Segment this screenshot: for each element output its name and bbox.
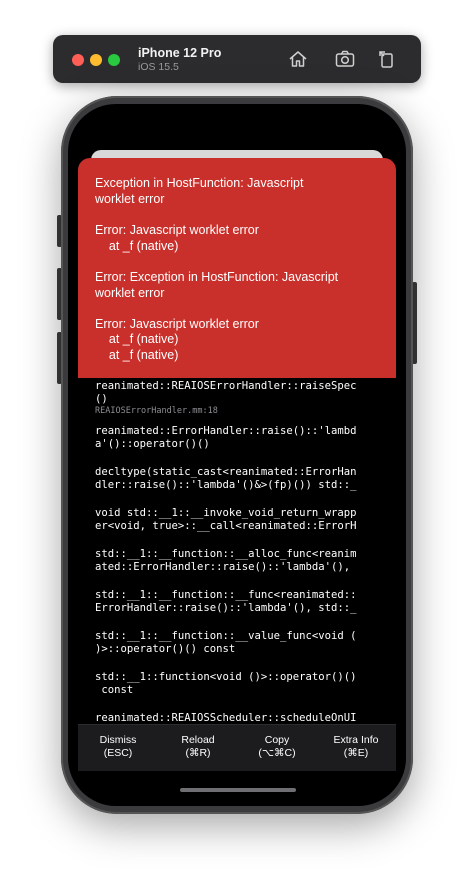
rotate-icon[interactable] xyxy=(376,48,398,70)
copy-shortcut: (⌥⌘C) xyxy=(258,747,296,759)
phone-notch xyxy=(164,104,310,130)
os-version: iOS 15.5 xyxy=(138,61,179,73)
reload-button[interactable]: Reload (⌘R) xyxy=(158,734,238,760)
error-message: Error: Javascript worklet error xyxy=(95,317,259,331)
copy-button[interactable]: Copy (⌥⌘C) xyxy=(237,734,317,760)
error-message: Exception in HostFunction: Javascript xyxy=(95,176,304,190)
stack-frame[interactable]: std::__1::__function::__value_func<void … xyxy=(95,630,357,643)
error-message: worklet error xyxy=(95,192,165,206)
device-name: iPhone 12 Pro xyxy=(138,46,222,60)
reload-shortcut: (⌘R) xyxy=(185,747,211,759)
stack-file-ref: REAIOSErrorHandler.mm:18 xyxy=(95,406,218,416)
home-icon[interactable] xyxy=(287,48,309,70)
dismiss-label: Dismiss xyxy=(99,734,137,746)
extra-info-button[interactable]: Extra Info (⌘E) xyxy=(316,734,396,760)
stack-frame[interactable]: std::__1::__function::__func<reanimated:… xyxy=(95,589,357,602)
minimize-window-button[interactable] xyxy=(90,54,102,66)
extra-info-shortcut: (⌘E) xyxy=(343,747,369,759)
error-message: Error: Javascript worklet error xyxy=(95,223,259,237)
error-message: at _f (native) xyxy=(95,332,179,346)
stack-frame[interactable]: dler::raise()::'lambda'()&>(fp)()) std::… xyxy=(95,479,357,492)
dismiss-button[interactable]: Dismiss (ESC) xyxy=(78,734,158,760)
stack-frame[interactable]: ErrorHandler::raise()::'lambda'(), std::… xyxy=(95,602,357,615)
error-message: at _f (native) xyxy=(95,348,179,362)
stack-frame[interactable]: ated::ErrorHandler::raise()::'lambda'(), xyxy=(95,561,350,574)
stack-frame[interactable]: )>::operator()() const xyxy=(95,643,235,656)
stack-frame[interactable]: reanimated::ErrorHandler::raise()::'lamb… xyxy=(95,425,357,438)
stack-frame[interactable]: const xyxy=(95,684,133,697)
stack-frame[interactable]: () xyxy=(95,393,108,406)
home-indicator[interactable] xyxy=(180,788,296,792)
stack-frame[interactable]: a'()::operator()() xyxy=(95,438,210,451)
error-message: Error: Exception in HostFunction: Javasc… xyxy=(95,270,339,284)
close-window-button[interactable] xyxy=(72,54,84,66)
stack-frame[interactable]: reanimated::REAIOSErrorHandler::raiseSpe… xyxy=(95,380,357,393)
zoom-window-button[interactable] xyxy=(108,54,120,66)
dismiss-shortcut: (ESC) xyxy=(103,747,133,759)
copy-label: Copy xyxy=(264,734,290,746)
error-message: worklet error xyxy=(95,286,165,300)
stack-frame[interactable]: void std::__1::__invoke_void_return_wrap… xyxy=(95,507,357,520)
extra-info-label: Extra Info xyxy=(333,734,379,746)
stack-frame[interactable]: std::__1::function<void ()>::operator()(… xyxy=(95,671,357,684)
stack-frame[interactable]: decltype(static_cast<reanimated::ErrorHa… xyxy=(95,466,357,479)
error-message: at _f (native) xyxy=(95,239,179,253)
screenshot-icon[interactable] xyxy=(334,48,356,70)
stack-frame[interactable]: std::__1::__function::__alloc_func<reani… xyxy=(95,548,357,561)
stack-frame[interactable]: er<void, true>::__call<reanimated::Error… xyxy=(95,520,357,533)
reload-label: Reload xyxy=(181,734,215,746)
